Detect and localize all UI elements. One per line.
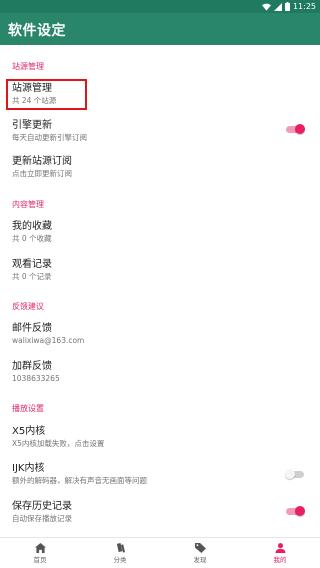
save-history-title: 保存历史记录 [12, 501, 72, 512]
x5-kernel-subtitle: X5内核加载失败，点击设置 [12, 439, 105, 448]
status-bar: 11:25 [0, 0, 320, 13]
bottom-nav: 首页 分类 发现 我的 [0, 537, 320, 568]
settings-list: 站源管理 站源管理 共 24 个站源 引擎更新 每天自动更新引擎订阅 更新站源订… [0, 45, 320, 537]
page-title: 软件设定 [8, 23, 66, 39]
engine-update-item[interactable]: 引擎更新 每天自动更新引擎订阅 [12, 119, 308, 143]
email-feedback-subtitle: walixiwa@163.com [12, 336, 85, 345]
section-header-feedback: 反馈建议 [12, 302, 44, 311]
history-item[interactable]: 观看记录 共 0 个记录 [12, 258, 308, 282]
engine-update-toggle[interactable] [284, 122, 306, 136]
person-icon [275, 542, 285, 553]
ijk-kernel-subtitle: 额外的解码器，解决有声音无画面等问题 [12, 476, 147, 485]
tag-icon [194, 542, 206, 553]
save-history-toggle[interactable] [284, 504, 306, 518]
status-icons: 11:25 [261, 0, 316, 13]
x5-kernel-item[interactable]: X5内核 X5内核加载失败，点击设置 [12, 425, 308, 449]
favorites-subtitle: 共 0 个收藏 [12, 234, 52, 243]
update-subscription-subtitle: 点击立即更新订阅 [12, 169, 72, 178]
nav-home-label: 首页 [33, 555, 47, 564]
history-subtitle: 共 0 个记录 [12, 272, 52, 281]
favorites-item[interactable]: 我的收藏 共 0 个收藏 [12, 220, 308, 244]
toggle-thumb [295, 506, 305, 516]
nav-category[interactable]: 分类 [80, 538, 160, 568]
status-time: 11:25 [292, 2, 316, 11]
nav-discover[interactable]: 发现 [160, 538, 240, 568]
category-icon [116, 542, 125, 553]
home-icon [34, 542, 46, 553]
nav-home[interactable]: 首页 [0, 538, 80, 568]
save-history-item[interactable]: 保存历史记录 自动保存播放记录 [12, 500, 308, 524]
engine-update-title: 引擎更新 [12, 120, 52, 131]
nav-category-label: 分类 [113, 555, 127, 564]
favorites-title: 我的收藏 [12, 221, 52, 232]
wifi-icon [261, 3, 271, 11]
engine-update-subtitle: 每天自动更新引擎订阅 [12, 133, 87, 142]
toggle-thumb [295, 124, 305, 134]
group-feedback-title: 加群反馈 [12, 361, 52, 372]
section-header-source: 站源管理 [12, 62, 44, 71]
ijk-kernel-item[interactable]: IJK内核 额外的解码器，解决有声音无画面等问题 [12, 462, 308, 486]
save-history-subtitle: 自动保存播放记录 [12, 514, 72, 523]
email-feedback-item[interactable]: 邮件反馈 walixiwa@163.com [12, 322, 308, 346]
ijk-kernel-title: IJK内核 [12, 463, 45, 474]
group-feedback-subtitle: 1038633265 [12, 374, 60, 383]
update-subscription-item[interactable]: 更新站源订阅 点击立即更新订阅 [12, 155, 308, 179]
x5-kernel-title: X5内核 [12, 426, 46, 437]
section-header-content: 内容管理 [12, 200, 44, 209]
section-header-playback: 播放设置 [12, 404, 44, 413]
update-subscription-title: 更新站源订阅 [12, 156, 72, 167]
email-feedback-title: 邮件反馈 [12, 323, 52, 334]
highlight-box [6, 79, 87, 110]
battery-icon [284, 2, 290, 11]
ijk-kernel-toggle[interactable] [284, 467, 306, 481]
signal-icon [273, 2, 282, 11]
nav-mine-label: 我的 [273, 555, 287, 564]
nav-mine[interactable]: 我的 [240, 538, 320, 568]
toggle-thumb [285, 469, 295, 479]
app-bar: 软件设定 [0, 13, 320, 45]
nav-discover-label: 发现 [193, 555, 207, 564]
group-feedback-item[interactable]: 加群反馈 1038633265 [12, 360, 308, 384]
history-title: 观看记录 [12, 259, 52, 270]
